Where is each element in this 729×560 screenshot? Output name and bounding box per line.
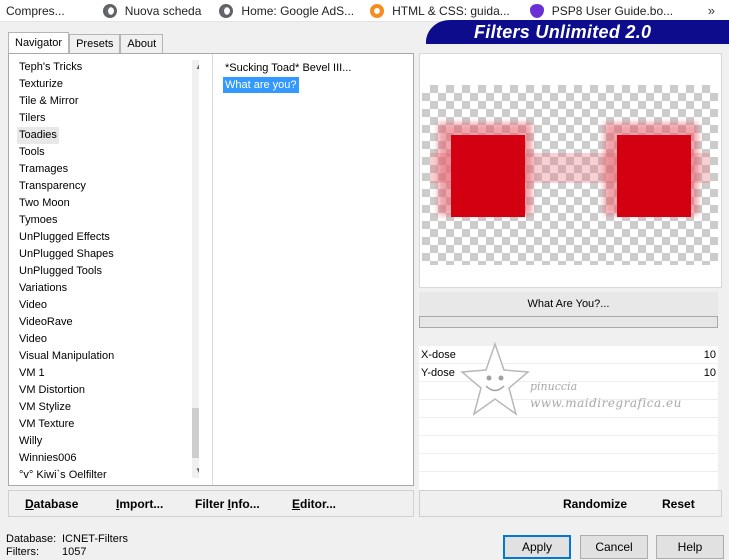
category-item[interactable]: Video <box>17 297 49 314</box>
category-item[interactable]: Tilers <box>17 110 47 127</box>
navigator-toolbar: Database Import... Filter Info... Editor… <box>8 490 414 517</box>
scrollbar-thumb[interactable] <box>192 408 199 458</box>
import-button[interactable]: Import... <box>116 491 163 518</box>
bookmark-label: PSP8 User Guide.bo... <box>551 3 674 18</box>
bookmark-html-css[interactable]: HTML & CSS: guida... <box>364 0 516 22</box>
bookmark-label: Home: Google AdS... <box>241 3 355 18</box>
filter-item[interactable]: *Sucking Toad* Bevel III... <box>223 60 353 76</box>
category-item[interactable]: VM Stylize <box>17 399 73 416</box>
param-row-x-dose[interactable]: X-dose 10 <box>419 346 718 364</box>
bookmarks-bar: Compres... Nuova scheda Home: Google AdS… <box>0 0 729 22</box>
help-button[interactable]: Help <box>656 535 724 559</box>
category-item[interactable]: °v° Kiwi`s Oelfilter <box>17 467 109 484</box>
bookmark-label: HTML & CSS: guida... <box>392 3 510 18</box>
status-value: ICNET-Filters <box>62 533 128 545</box>
category-item[interactable]: Video <box>17 331 49 348</box>
category-item[interactable]: UnPlugged Shapes <box>17 246 116 263</box>
randomize-button[interactable]: Randomize <box>563 491 627 518</box>
category-item[interactable]: VM Texture <box>17 416 76 433</box>
status-value: 1057 <box>62 546 87 558</box>
tab-strip: Navigator Presets About <box>8 32 164 53</box>
button-label: ditor... <box>300 497 337 511</box>
category-item[interactable]: Willy <box>17 433 44 450</box>
brand-title: Filters Unlimited 2.0 <box>474 21 652 42</box>
pin-icon <box>529 3 544 18</box>
param-value[interactable]: 10 <box>704 346 716 364</box>
param-value[interactable]: 10 <box>704 364 716 382</box>
button-label: atabase <box>33 497 79 511</box>
bookmark-label: Compres... <box>6 3 65 18</box>
progress-bar <box>419 316 718 328</box>
category-item-selected[interactable]: Toadies <box>17 127 59 144</box>
category-item[interactable]: Variations <box>17 280 69 297</box>
filter-info-button[interactable]: Filter Info... <box>195 491 260 518</box>
parameter-list: X-dose 10 Y-dose 10 <box>419 346 718 491</box>
param-row-empty <box>419 454 718 472</box>
bookmark-psp8-guide[interactable]: PSP8 User Guide.bo... <box>524 0 679 22</box>
lifebuoy-icon <box>370 3 385 18</box>
tab-about[interactable]: About <box>120 34 164 53</box>
category-item[interactable]: VideoRave <box>17 314 75 331</box>
category-item[interactable]: Teph's Tricks <box>17 59 84 76</box>
category-item[interactable]: Texturize <box>17 76 65 93</box>
param-row-empty <box>419 418 718 436</box>
preview-toolbar: Randomize Reset <box>419 490 722 517</box>
bookmark-compres[interactable]: Compres... <box>0 0 71 22</box>
param-row-empty <box>419 436 718 454</box>
accelerator-key: D <box>25 497 34 511</box>
globe-icon <box>219 3 234 18</box>
accelerator-key: E <box>292 497 301 511</box>
bookmark-google-ads[interactable]: Home: Google AdS... <box>213 0 360 22</box>
category-item[interactable]: Two Moon <box>17 195 72 212</box>
tab-navigator[interactable]: Navigator <box>8 32 70 53</box>
globe-icon <box>102 3 117 18</box>
reset-button[interactable]: Reset <box>662 491 695 518</box>
category-list: Teph's Tricks Texturize Tile & Mirror Ti… <box>9 54 199 485</box>
chevron-down-icon[interactable]: ▼ <box>192 464 199 478</box>
status-info: Database: ICNET-Filters Filters: 1057 <box>6 533 128 559</box>
category-item[interactable]: Tile & Mirror <box>17 93 80 110</box>
param-row-empty <box>419 400 718 418</box>
editor-button[interactable]: Editor... <box>292 491 336 518</box>
filter-title: What Are You?... <box>419 292 718 316</box>
status-label: Database: <box>6 533 57 545</box>
category-scrollbar[interactable]: ▲ ▼ <box>192 60 199 478</box>
category-item[interactable]: Visual Manipulation <box>17 348 116 365</box>
navigator-panel: Teph's Tricks Texturize Tile & Mirror Ti… <box>8 53 414 486</box>
category-item[interactable]: Winnies006 <box>17 450 78 467</box>
panel-divider <box>212 54 213 485</box>
cancel-button[interactable]: Cancel <box>580 535 648 559</box>
filter-list: *Sucking Toad* Bevel III... What are you… <box>215 54 413 485</box>
chevron-up-icon[interactable]: ▲ <box>192 60 199 74</box>
bookmark-label: Nuova scheda <box>124 3 202 18</box>
tab-presets[interactable]: Presets <box>69 34 121 53</box>
preview-pane <box>419 53 722 288</box>
status-label: Filters: <box>6 546 39 558</box>
button-label: nfo... <box>231 497 260 511</box>
apply-button[interactable]: Apply <box>503 535 571 559</box>
preview-canvas <box>422 85 718 265</box>
preview-red-square <box>451 135 525 217</box>
button-label: Filter <box>195 497 228 511</box>
category-item[interactable]: Transparency <box>17 178 88 195</box>
param-row-y-dose[interactable]: Y-dose 10 <box>419 364 718 382</box>
brand-banner: Filters Unlimited 2.0 <box>426 20 729 44</box>
database-button[interactable]: Database <box>25 491 78 518</box>
category-item[interactable]: Tramages <box>17 161 70 178</box>
bookmark-nuova-scheda[interactable]: Nuova scheda <box>97 0 208 22</box>
preview-red-square <box>617 135 691 217</box>
param-row-empty <box>419 382 718 400</box>
bookmarks-overflow-button[interactable]: » <box>702 0 729 22</box>
category-item[interactable]: VM Distortion <box>17 382 87 399</box>
filter-item-selected[interactable]: What are you? <box>223 77 299 93</box>
category-item[interactable]: Tymoes <box>17 212 60 229</box>
category-item[interactable]: UnPlugged Effects <box>17 229 112 246</box>
category-item[interactable]: UnPlugged Tools <box>17 263 104 280</box>
button-label: mport... <box>119 497 164 511</box>
param-label: X-dose <box>421 349 456 361</box>
category-item[interactable]: VM 1 <box>17 365 47 382</box>
param-label: Y-dose <box>421 367 455 379</box>
category-item[interactable]: Tools <box>17 144 47 161</box>
